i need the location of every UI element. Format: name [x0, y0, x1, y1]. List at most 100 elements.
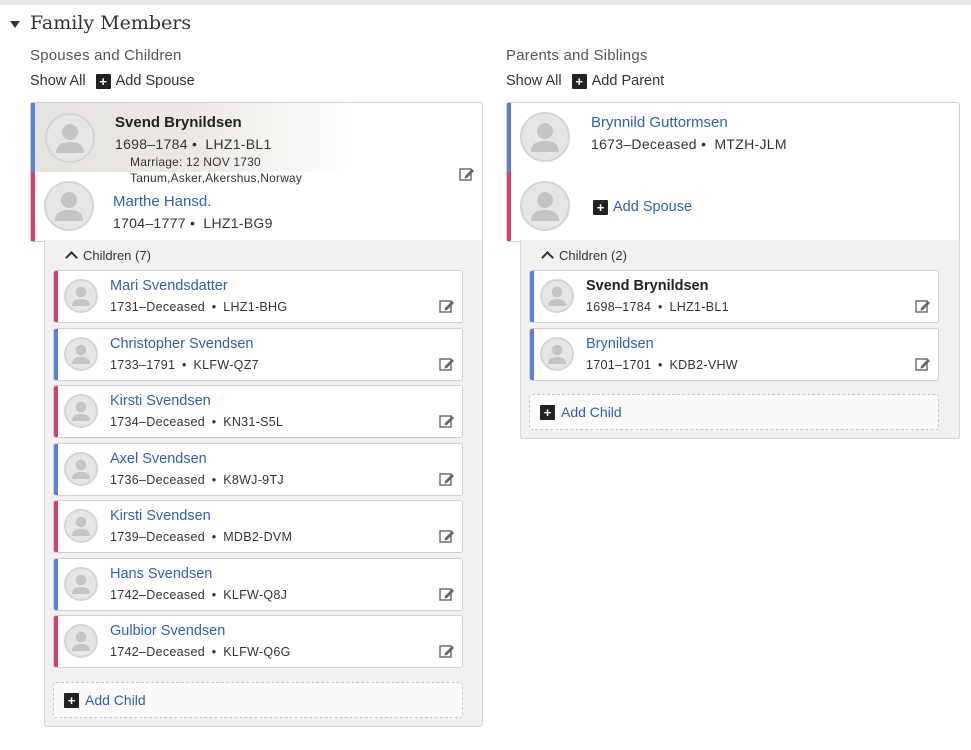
- edit-icon[interactable]: [915, 298, 931, 314]
- female-indicator: [507, 172, 511, 241]
- add-spouse-button[interactable]: + Add Spouse: [95, 73, 195, 89]
- child-dates: 1731–Deceased: [110, 300, 205, 314]
- plus-square-icon: +: [540, 404, 555, 420]
- children-count-label: Children (7): [83, 248, 151, 263]
- plus-square-icon: +: [593, 199, 608, 215]
- child-name[interactable]: Brynildsen: [586, 336, 654, 352]
- marriage-date: Marriage: 12 NOV 1730: [130, 155, 261, 169]
- add-spouse-label: Add Spouse: [613, 199, 693, 215]
- child-card[interactable]: Kirsti Svendsen 1734–Deceased • KN31-S5L: [53, 385, 463, 438]
- child-dates: 1701–1701: [586, 357, 652, 372]
- add-child-button[interactable]: + Add Child: [529, 394, 939, 430]
- person-silhouette-icon: [64, 451, 98, 486]
- female-indicator: [31, 172, 35, 241]
- separator-dot: •: [654, 357, 667, 372]
- separator-dot: •: [207, 530, 221, 544]
- child-name[interactable]: Mari Svendsdatter: [110, 278, 228, 294]
- child-name[interactable]: Axel Svendsen: [110, 451, 207, 467]
- person-silhouette-icon: [44, 181, 94, 231]
- separator-dot: •: [207, 472, 221, 487]
- male-indicator: [54, 328, 58, 380]
- child-card[interactable]: Kirsti Svendsen 1739–Deceased • MDB2-DVM: [53, 500, 463, 553]
- child-name[interactable]: Christopher Svendsen: [110, 336, 253, 352]
- edit-icon[interactable]: [439, 471, 455, 487]
- spouses-actions: Show All + Add Spouse: [30, 73, 195, 89]
- separator-dot: •: [207, 587, 221, 602]
- children-toggle[interactable]: Children (2): [541, 248, 627, 264]
- person-silhouette-icon: [520, 181, 570, 231]
- add-parent-label: Add Parent: [591, 73, 665, 89]
- caret-down-icon[interactable]: [10, 20, 20, 28]
- person-silhouette-icon: [540, 336, 574, 371]
- edit-icon[interactable]: [439, 356, 455, 372]
- edit-icon[interactable]: [439, 586, 455, 602]
- child-card[interactable]: Mari Svendsdatter 1731–Deceased • LHZ1-BH…: [53, 270, 463, 323]
- separator-dot: •: [207, 645, 221, 659]
- child-card[interactable]: Gulbior Svendsen 1742–Deceased • KLFW-Q6G: [53, 615, 463, 668]
- children-toggle[interactable]: Children (7): [65, 248, 151, 264]
- husband-name[interactable]: Svend Brynildsen: [115, 114, 242, 131]
- add-child-button[interactable]: + Add Child: [53, 682, 463, 718]
- spouse-children-panel: Children (7) Mari Svendsdatter 1731–Decea…: [44, 240, 483, 727]
- child-name[interactable]: Kirsti Svendsen: [110, 508, 211, 524]
- child-id: LHZ1-BL1: [669, 300, 729, 314]
- father-name[interactable]: Brynnild Guttormsen: [591, 114, 728, 131]
- father-row[interactable]: Brynnild Guttormsen 1673–Deceased • MTZH…: [507, 103, 959, 172]
- child-details: 1701–1701 • KDB2-VHW: [586, 358, 738, 372]
- person-silhouette-icon: [64, 509, 98, 543]
- wife-dates: 1704–1777: [113, 215, 186, 231]
- child-details: 1742–Deceased • KLFW-Q8J: [110, 588, 287, 602]
- child-id: KLFW-Q8J: [223, 587, 288, 602]
- child-dates: 1736–Deceased: [110, 472, 205, 487]
- add-parent-button[interactable]: + Add Parent: [571, 73, 665, 89]
- child-card[interactable]: Axel Svendsen 1736–Deceased • K8WJ-9TJ: [53, 442, 463, 496]
- wife-details: 1704–1777 • LHZ1-BG9: [113, 215, 273, 231]
- child-dates: 1698–1784: [586, 300, 652, 314]
- child-details: 1742–Deceased • KLFW-Q6G: [110, 645, 291, 659]
- sibling-children-panel: Children (2) Svend Brynildsen 1698–1784 •…: [520, 240, 960, 439]
- female-indicator: [54, 386, 58, 437]
- child-name[interactable]: Gulbior Svendsen: [110, 623, 225, 639]
- edit-icon[interactable]: [439, 643, 455, 659]
- child-details: 1739–Deceased • MDB2-DVM: [110, 530, 292, 544]
- male-indicator: [530, 328, 534, 380]
- female-indicator: [54, 616, 58, 667]
- add-child-label: Add Child: [85, 692, 146, 708]
- plus-square-icon: +: [95, 73, 111, 89]
- child-dates: 1742–Deceased: [110, 645, 205, 659]
- child-name[interactable]: Svend Brynildsen: [586, 278, 708, 294]
- child-id: KLFW-Q6G: [223, 645, 291, 659]
- child-card[interactable]: Hans Svendsen 1742–Deceased • KLFW-Q8J: [53, 557, 463, 611]
- child-name[interactable]: Kirsti Svendsen: [110, 393, 211, 409]
- child-card[interactable]: Christopher Svendsen 1733–1791 • KLFW-QZ7: [53, 327, 463, 381]
- male-indicator: [54, 558, 58, 610]
- separator-dot: •: [178, 357, 191, 372]
- mother-row: + Add Spouse: [507, 172, 959, 241]
- spouses-children-title: Spouses and Children: [30, 47, 182, 64]
- show-all-spouses-link[interactable]: Show All: [30, 73, 86, 89]
- child-details: 1734–Deceased • KN31-S5L: [110, 415, 283, 429]
- family-members-header[interactable]: Family Members: [10, 12, 191, 34]
- person-silhouette-icon: [520, 112, 570, 162]
- father-details: 1673–Deceased • MTZH-JLM: [591, 136, 787, 152]
- section-title: Family Members: [30, 12, 192, 34]
- add-child-label: Add Child: [561, 404, 622, 420]
- child-card[interactable]: Brynildsen 1701–1701 • KDB2-VHW: [529, 327, 939, 381]
- edit-icon[interactable]: [915, 356, 931, 372]
- child-dates: 1739–Deceased: [110, 530, 205, 544]
- wife-row[interactable]: Marthe Hansd. 1704–1777 • LHZ1-BG9: [31, 172, 482, 241]
- edit-icon[interactable]: [439, 413, 455, 429]
- separator-dot: •: [207, 300, 221, 314]
- wife-id: LHZ1-BG9: [203, 215, 273, 231]
- wife-name[interactable]: Marthe Hansd.: [113, 193, 211, 210]
- edit-icon[interactable]: [439, 528, 455, 544]
- show-all-parents-link[interactable]: Show All: [506, 73, 562, 89]
- male-indicator: [530, 271, 534, 322]
- edit-icon[interactable]: [439, 298, 455, 314]
- child-details: 1733–1791 • KLFW-QZ7: [110, 358, 259, 372]
- husband-details: 1698–1784 • LHZ1-BL1: [115, 136, 272, 152]
- add-parent-spouse-button[interactable]: + Add Spouse: [593, 199, 692, 215]
- child-card[interactable]: Svend Brynildsen 1698–1784 • LHZ1-BL1: [529, 270, 939, 323]
- add-spouse-label: Add Spouse: [115, 73, 195, 89]
- child-name[interactable]: Hans Svendsen: [110, 566, 212, 582]
